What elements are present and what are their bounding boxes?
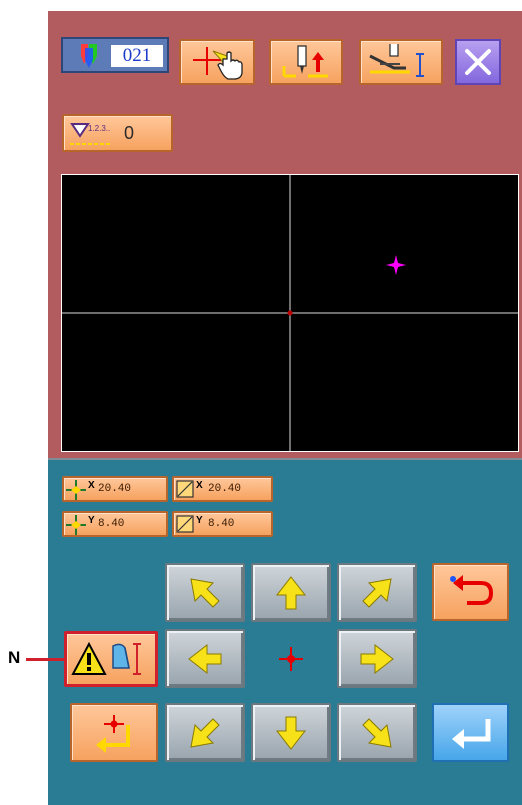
back-button[interactable] [432,563,509,621]
pattern-number-value: 021 [111,45,163,67]
jog-origin-button[interactable] [179,39,255,85]
move-right-button[interactable] [337,629,417,688]
return-origin-icon [96,714,130,753]
move-up-right-button[interactable] [337,563,417,622]
svg-text:X: X [88,480,95,491]
enter-button[interactable] [432,703,509,762]
needle-up-icon [282,45,328,78]
arrow-left-icon [188,643,222,674]
presser-height-icon [112,643,141,675]
y-move-icon: Y [66,515,95,535]
move-up-button[interactable] [251,563,331,622]
callout-line [26,658,64,661]
pattern-canvas[interactable] [61,174,519,452]
close-button[interactable] [455,39,501,85]
callout-label: N [8,648,21,667]
pattern-number-button[interactable]: 021 [61,37,169,73]
return-origin-button[interactable] [70,703,158,762]
y-move-value: 8.40 [98,518,125,530]
undo-arrow-icon [449,575,493,605]
svg-text:1.2.3..: 1.2.3.. [88,124,110,133]
y-size-icon: Y [176,515,203,533]
x-size-value: 20.40 [208,483,242,495]
y-move-button[interactable]: Y 8.40 [62,511,168,537]
x-move-icon: X [66,480,95,500]
svg-text:X: X [196,480,203,491]
presser-lift-button[interactable] [359,39,443,85]
close-icon [465,49,491,75]
warning-icon [71,642,107,675]
arrow-up-right-icon [362,577,392,608]
jog-hand-icon [193,47,243,80]
move-up-left-button[interactable] [165,563,245,622]
arrow-down-icon [275,716,307,750]
stitch-count-value: 0 [124,123,135,143]
move-left-button[interactable] [165,629,245,688]
x-move-button[interactable]: X 20.40 [62,476,168,502]
move-down-right-button[interactable] [337,703,417,762]
needle-up-button[interactable] [269,39,343,85]
svg-text:Y: Y [88,515,95,526]
x-size-button[interactable]: X 20.40 [172,476,273,502]
cursor-marker [386,255,406,275]
x-move-value: 20.40 [98,483,132,495]
stitch-count-icon: 1.2.3.. [70,123,110,145]
crosshair-icon [279,646,303,671]
arrow-up-icon [275,575,307,609]
enter-icon [451,718,490,749]
move-down-left-button[interactable] [165,703,245,762]
svg-text:Y: Y [196,515,203,526]
move-down-button[interactable] [251,703,331,762]
x-size-icon: X [176,480,203,498]
pattern-icon [75,42,105,75]
arrow-down-left-icon [190,717,220,748]
presser-foot-icon [369,44,424,77]
y-size-button[interactable]: Y 8.40 [172,511,273,537]
y-size-value: 8.40 [208,518,235,530]
arrow-up-left-icon [190,577,220,608]
center-origin-marker[interactable] [251,629,331,688]
arrow-down-right-icon [362,717,392,748]
stitch-count-button[interactable]: 1.2.3.. 0 [62,114,173,152]
origin-marker [287,310,293,316]
arrow-right-icon [360,643,394,674]
warning-presser-button[interactable] [64,631,158,687]
